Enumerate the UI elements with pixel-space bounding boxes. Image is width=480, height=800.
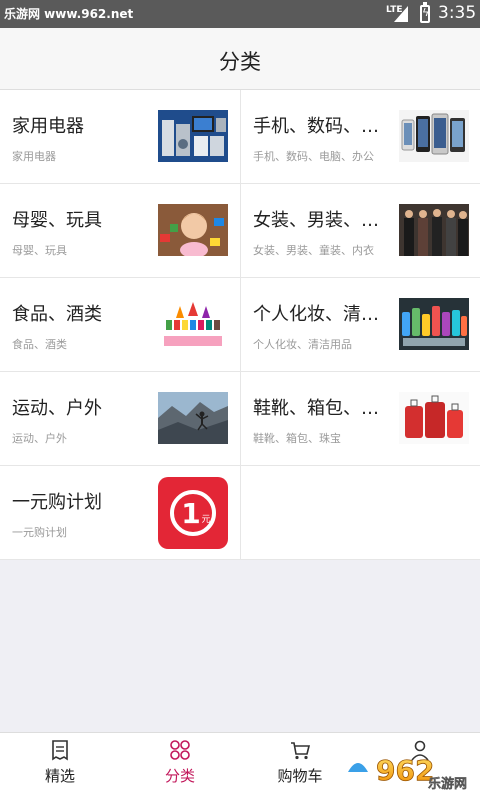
category-title: 食品、酒类 — [12, 304, 102, 325]
cleaning-products-image — [399, 298, 469, 350]
grid-icon — [170, 740, 190, 760]
cart-icon — [291, 742, 311, 760]
empty-cell — [240, 466, 480, 560]
outdoor-sports-image — [158, 392, 228, 444]
category-item-outdoor[interactable]: 运动、户外 运动、户外 — [0, 372, 240, 466]
logo-number: 962 — [376, 754, 434, 787]
category-subtitle: 家用电器 — [12, 150, 56, 163]
battery-icon: ϟ — [420, 2, 430, 23]
nav-label: 分类 — [164, 767, 195, 785]
status-time: 3:35 — [438, 3, 477, 23]
category-item-shoes-bags[interactable]: 鞋靴、箱包、珠... 鞋靴、箱包、珠宝 — [240, 372, 480, 466]
category-title: 家用电器 — [12, 116, 84, 137]
appliances-image — [158, 110, 228, 162]
app-header: 分类 — [0, 28, 480, 90]
category-subtitle: 个人化妆、清洁用品 — [253, 338, 352, 351]
nav-label: 精选 — [44, 767, 75, 785]
receipt-icon — [52, 740, 68, 761]
page-title: 分类 — [219, 50, 261, 74]
site-logo-watermark: 962 乐游网 — [342, 754, 467, 792]
badge-number: 1 — [181, 497, 200, 530]
category-title: 手机、数码、电... — [253, 116, 393, 137]
nav-item-category[interactable]: 分类 — [120, 733, 240, 795]
category-item-baby-toys[interactable]: 母婴、玩具 母婴、玩具 — [0, 184, 240, 278]
category-subtitle: 手机、数码、电脑、办公 — [253, 150, 374, 163]
category-item-cosmetics[interactable]: 个人化妆、清洁... 个人化妆、清洁用品 — [240, 278, 480, 372]
food-drinks-image — [158, 298, 228, 350]
category-subtitle: 食品、酒类 — [12, 338, 67, 351]
signal-icon — [394, 6, 408, 22]
phones-image — [399, 110, 469, 162]
category-title: 运动、户外 — [12, 398, 102, 419]
category-subtitle: 运动、户外 — [12, 432, 67, 445]
category-subtitle: 一元购计划 — [12, 526, 67, 539]
category-item-appliances[interactable]: 家用电器 家用电器 — [0, 90, 240, 184]
badge-unit: 元 — [201, 515, 210, 525]
category-subtitle: 女装、男装、童装、内衣 — [253, 244, 374, 257]
category-item-digital[interactable]: 手机、数码、电... 手机、数码、电脑、办公 — [240, 90, 480, 184]
one-yuan-badge: 1 元 — [158, 477, 228, 549]
luggage-image — [399, 392, 469, 444]
baby-toys-image — [158, 204, 228, 256]
category-item-one-yuan[interactable]: 一元购计划 一元购计划 1 元 — [0, 466, 240, 560]
nav-item-featured[interactable]: 精选 — [0, 733, 120, 795]
category-item-food[interactable]: 食品、酒类 食品、酒类 — [0, 278, 240, 372]
category-title: 一元购计划 — [12, 492, 102, 513]
category-title: 母婴、玩具 — [12, 210, 102, 231]
category-title: 鞋靴、箱包、珠... — [253, 398, 393, 419]
category-subtitle: 母婴、玩具 — [12, 244, 67, 257]
watermark-text: 乐游网 www.962.net — [4, 7, 134, 21]
category-title: 女装、男装、童... — [253, 210, 393, 231]
fashion-image — [399, 204, 469, 256]
category-title: 个人化妆、清洁... — [253, 304, 393, 325]
logo-subtext: 乐游网 — [428, 776, 467, 792]
category-item-fashion[interactable]: 女装、男装、童... 女装、男装、童装、内衣 — [240, 184, 480, 278]
category-subtitle: 鞋靴、箱包、珠宝 — [253, 432, 341, 445]
status-bar: 乐游网 www.962.net LTE ϟ 3:35 — [0, 0, 480, 28]
